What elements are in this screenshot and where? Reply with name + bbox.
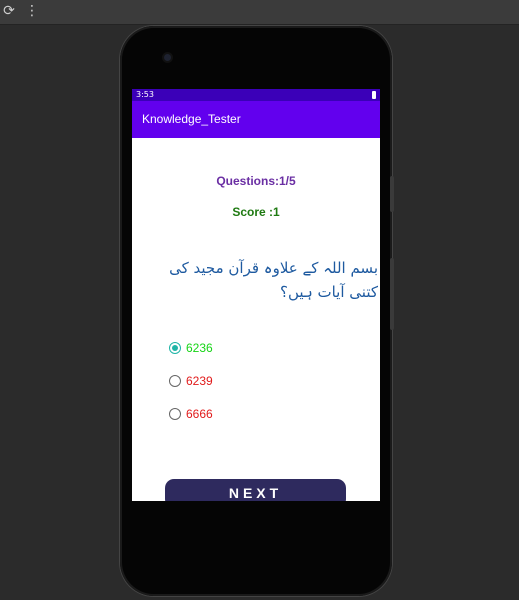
radio-unchecked-icon[interactable]	[169, 408, 181, 420]
app-title: Knowledge_Tester	[142, 112, 241, 126]
option-3[interactable]: 6666	[169, 405, 213, 423]
question-counter: Questions:1/5	[216, 174, 296, 188]
option-1[interactable]: 6236	[169, 339, 213, 357]
power-button[interactable]	[390, 258, 394, 330]
option-2[interactable]: 6239	[169, 372, 213, 390]
camera-icon	[164, 54, 171, 61]
volume-button[interactable]	[390, 176, 394, 212]
battery-icon	[372, 91, 376, 99]
more-options-icon[interactable]: ⋮	[23, 2, 41, 20]
radio-checked-icon[interactable]	[169, 342, 181, 354]
option-3-label[interactable]: 6666	[186, 407, 213, 421]
app-bar: Knowledge_Tester	[132, 101, 380, 138]
emulator-toolbar: ⟳ ⋮	[0, 0, 519, 25]
option-1-label[interactable]: 6236	[186, 341, 213, 355]
phone-frame: 3:53 Knowledge_Tester Questions:1/5 Scor…	[120, 26, 394, 596]
rotate-icon[interactable]: ⟳	[0, 2, 18, 20]
app-screen: 3:53 Knowledge_Tester Questions:1/5 Scor…	[132, 89, 380, 501]
status-time: 3:53	[136, 90, 154, 99]
next-button[interactable]: NEXT	[165, 479, 346, 501]
option-2-label[interactable]: 6239	[186, 374, 213, 388]
status-bar: 3:53	[132, 89, 380, 101]
question-text: بسم اللہ کے علاوہ قرآن مجید کی کتنی آیات…	[169, 259, 378, 301]
score-label: Score :1	[232, 205, 280, 219]
radio-unchecked-icon[interactable]	[169, 375, 181, 387]
